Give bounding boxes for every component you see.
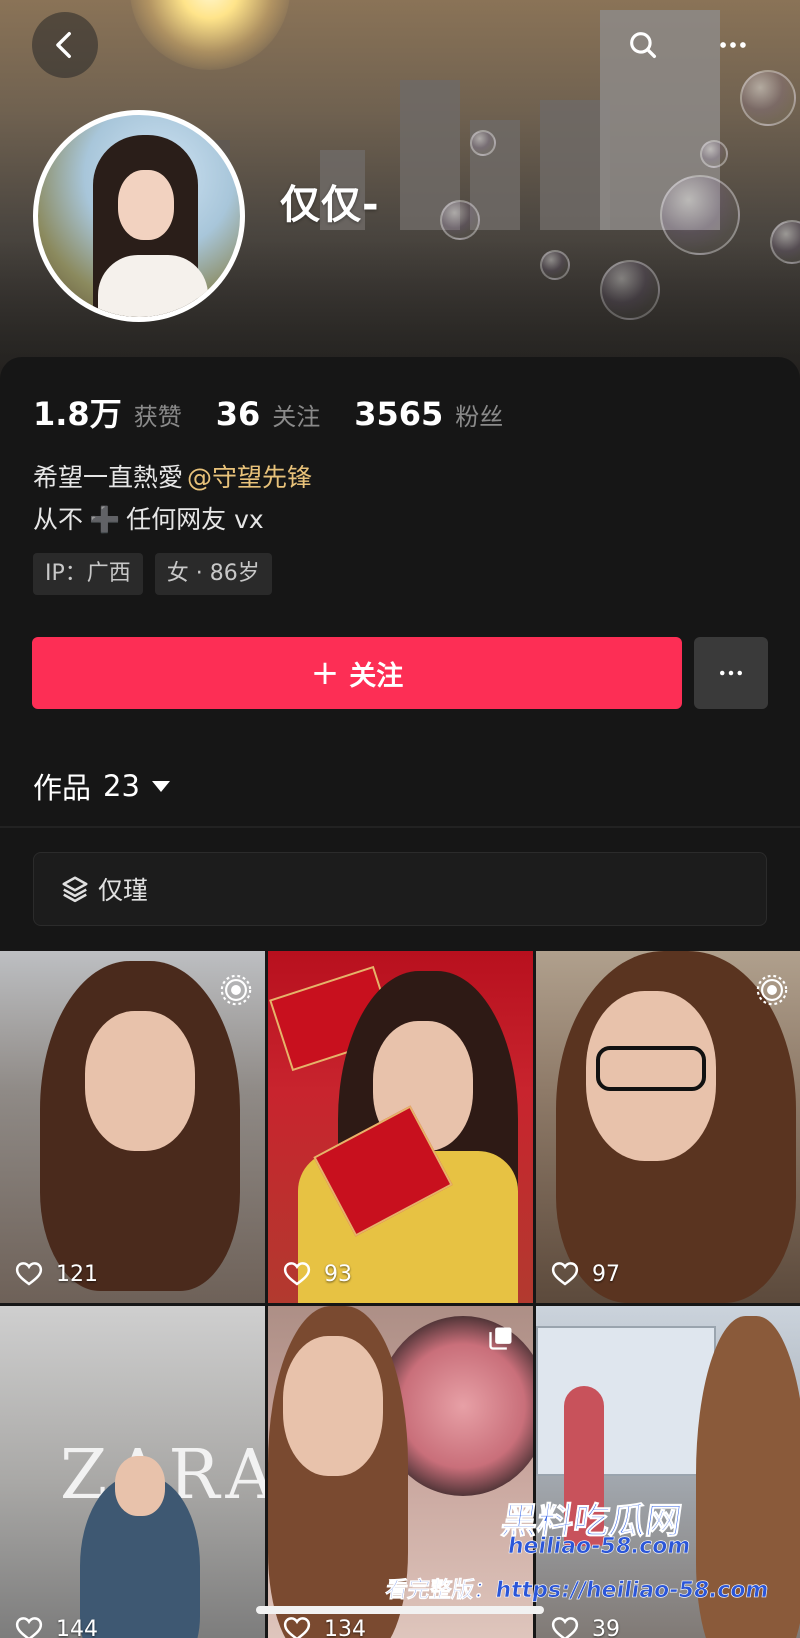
- bio-text: 从不: [33, 505, 84, 534]
- heart-icon: [283, 1262, 311, 1286]
- cover-bubble: [470, 130, 496, 156]
- cover-bubble: [440, 200, 480, 240]
- watermark-domain: heiliao-58.com: [506, 1534, 693, 1560]
- gender-age-tag: 女 · 86岁: [154, 553, 272, 595]
- bio-line-1: 希望一直熱愛 @守望先锋: [33, 457, 312, 499]
- video-tile[interactable]: 121: [0, 951, 265, 1303]
- ellipsis-icon: [720, 670, 742, 676]
- ip-location-tag: IP：广西: [33, 553, 143, 595]
- video-likes: 144: [14, 1614, 98, 1638]
- heart-icon: [283, 1617, 311, 1638]
- video-likes: 39: [550, 1614, 620, 1638]
- more-options-button[interactable]: [700, 12, 766, 78]
- stat-following-label: 关注: [272, 403, 321, 431]
- collection-name: 仅瑾: [98, 876, 149, 905]
- video-likes-count: 121: [56, 1261, 98, 1287]
- home-indicator[interactable]: [256, 1606, 544, 1614]
- stat-followers[interactable]: 3565 粉丝: [354, 395, 503, 433]
- video-likes: 134: [282, 1614, 366, 1638]
- search-button[interactable]: [610, 12, 676, 78]
- works-label: 作品: [33, 771, 92, 805]
- watermark-link: 看完整版：https://heiliao-58.com: [383, 1578, 771, 1604]
- collection-entry[interactable]: 仅瑾: [33, 852, 767, 926]
- search-icon: [630, 32, 657, 59]
- cover-bubble: [740, 70, 796, 126]
- bio-text: 任何网友 vx: [126, 505, 264, 534]
- ellipsis-icon: [720, 42, 746, 48]
- stat-following-value: 36: [215, 395, 261, 433]
- window-frame: [536, 1326, 716, 1476]
- profile-more-button[interactable]: [694, 637, 768, 709]
- video-likes-count: 134: [324, 1616, 366, 1638]
- video-subject-face: [283, 1336, 383, 1476]
- works-count: 23: [103, 769, 140, 803]
- profile-card: 1.8万 获赞 36 关注 3565 粉丝 希望一直熱愛 @守望先锋 从不 ➕ 任何网…: [0, 357, 800, 827]
- stat-likes-value: 1.8万: [33, 395, 122, 433]
- follow-button[interactable]: + 关注: [32, 637, 682, 709]
- video-likes-count: 39: [592, 1616, 620, 1638]
- heart-icon: [551, 1262, 579, 1286]
- profile-nickname: 仅仅-: [280, 182, 380, 228]
- multi-image-icon: [489, 1327, 512, 1350]
- profile-stats: 1.8万 获赞 36 关注 3565 粉丝: [33, 389, 537, 435]
- live-photo-icon: [220, 974, 252, 1006]
- plus-emoji-icon: ➕: [89, 505, 121, 534]
- caret-down-icon[interactable]: [151, 780, 170, 792]
- stat-likes[interactable]: 1.8万 获赞: [33, 389, 182, 435]
- avatar-shirt: [98, 255, 208, 317]
- video-likes: 97: [550, 1259, 620, 1289]
- bio-line-2: 从不 ➕ 任何网友 vx: [33, 499, 312, 541]
- cover-sun: [130, 0, 290, 70]
- live-photo-icon: [756, 974, 788, 1006]
- plus-icon: +: [310, 653, 340, 693]
- back-button[interactable]: [32, 12, 98, 78]
- video-likes: 121: [14, 1259, 98, 1289]
- video-tile[interactable]: 97: [536, 951, 800, 1303]
- stat-likes-label: 获赞: [133, 403, 182, 431]
- watermark: 黑料吃瓜网 heiliao-58.com 看完整版：https://heilia…: [383, 1490, 796, 1610]
- profile-tags: IP：广西 女 · 86岁: [33, 553, 284, 595]
- layers-icon: [62, 876, 88, 903]
- video-likes: 93: [282, 1259, 352, 1289]
- avatar-face: [118, 170, 174, 240]
- glasses: [596, 1046, 706, 1091]
- bio-text: 希望一直熱愛: [33, 463, 184, 492]
- stat-followers-label: 粉丝: [455, 403, 504, 431]
- follow-button-label: 关注: [349, 660, 404, 692]
- heart-icon: [551, 1617, 579, 1638]
- video-likes-count: 93: [324, 1261, 352, 1287]
- video-likes-count: 97: [592, 1261, 620, 1287]
- cover-bubble: [700, 140, 728, 168]
- bio-mention-link[interactable]: @守望先锋: [187, 463, 312, 492]
- heart-icon: [15, 1262, 43, 1286]
- avatar[interactable]: [33, 110, 245, 322]
- stat-followers-value: 3565: [354, 395, 444, 433]
- video-tile[interactable]: 93: [268, 951, 533, 1303]
- video-likes-count: 144: [56, 1616, 98, 1638]
- video-tile[interactable]: ZARA 144: [0, 1306, 265, 1638]
- tab-works[interactable]: 作品 23: [33, 765, 170, 807]
- video-subject-face: [115, 1456, 165, 1516]
- video-subject-face: [85, 1011, 195, 1151]
- chevron-left-icon: [56, 31, 71, 59]
- stat-following[interactable]: 36 关注: [216, 395, 321, 433]
- divider: [0, 826, 800, 828]
- heart-icon: [15, 1617, 43, 1638]
- profile-bio: 希望一直熱愛 @守望先锋 从不 ➕ 任何网友 vx: [33, 457, 312, 541]
